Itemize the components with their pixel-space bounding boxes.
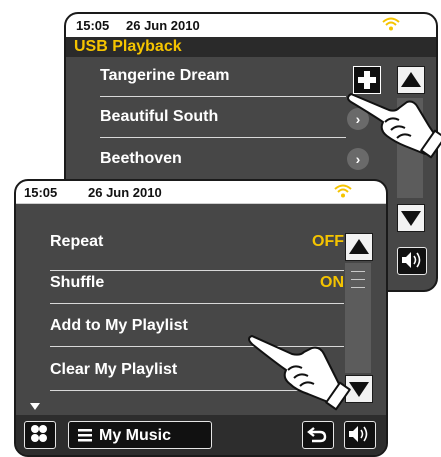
bottom-bar: My Music — [16, 415, 386, 455]
wifi-icon — [382, 17, 400, 34]
arrow-up-icon — [349, 239, 369, 254]
my-music-label: My Music — [99, 427, 172, 444]
option-label: Repeat — [50, 233, 104, 250]
list-icon — [78, 429, 92, 442]
list-item-label: Beethoven — [100, 150, 182, 167]
status-bar: 15:05 26 Jun 2010 — [16, 181, 386, 204]
wifi-icon — [334, 184, 352, 201]
speaker-icon — [402, 252, 421, 268]
status-date: 26 Jun 2010 — [88, 185, 162, 200]
option-value: OFF — [312, 233, 344, 250]
option-value: ON — [320, 274, 344, 291]
options-screen: 15:05 26 Jun 2010 Repeat OFF Shuffle ON … — [14, 179, 388, 457]
list-item-beautiful-south[interactable]: Beautiful South — [100, 108, 346, 138]
option-label: Shuffle — [50, 274, 105, 291]
list-item-tangerine-dream[interactable]: Tangerine Dream — [100, 67, 346, 97]
page-title: USB Playback — [66, 37, 436, 57]
scroll-down-button[interactable] — [397, 204, 425, 232]
volume-button[interactable] — [344, 421, 376, 449]
pointing-hand-icon — [347, 93, 441, 159]
pointing-hand-icon — [248, 335, 351, 411]
option-label: Add to My Playlist — [50, 317, 188, 334]
status-date: 26 Jun 2010 — [126, 18, 200, 33]
option-repeat[interactable]: Repeat OFF — [50, 233, 344, 271]
my-music-button[interactable]: My Music — [68, 421, 212, 449]
arrow-down-icon — [401, 211, 421, 226]
list-item-label: Beautiful South — [100, 108, 219, 125]
speaker-icon — [349, 426, 368, 442]
list-item-label: Tangerine Dream — [100, 67, 230, 84]
back-arrow-icon — [307, 427, 327, 443]
status-time: 15:05 — [24, 185, 58, 200]
list-item-beethoven[interactable]: Beethoven — [100, 150, 346, 180]
option-label: Clear My Playlist — [50, 361, 178, 378]
volume-button[interactable] — [397, 247, 427, 275]
status-time: 15:05 — [76, 18, 110, 33]
scroll-up-button[interactable] — [345, 233, 373, 261]
more-below-indicator — [30, 403, 40, 410]
grid-menu-icon — [31, 425, 47, 442]
option-shuffle[interactable]: Shuffle ON — [50, 274, 344, 304]
back-button[interactable] — [302, 421, 334, 449]
home-menu-button[interactable] — [24, 421, 56, 449]
status-bar: 15:05 26 Jun 2010 — [66, 14, 436, 38]
